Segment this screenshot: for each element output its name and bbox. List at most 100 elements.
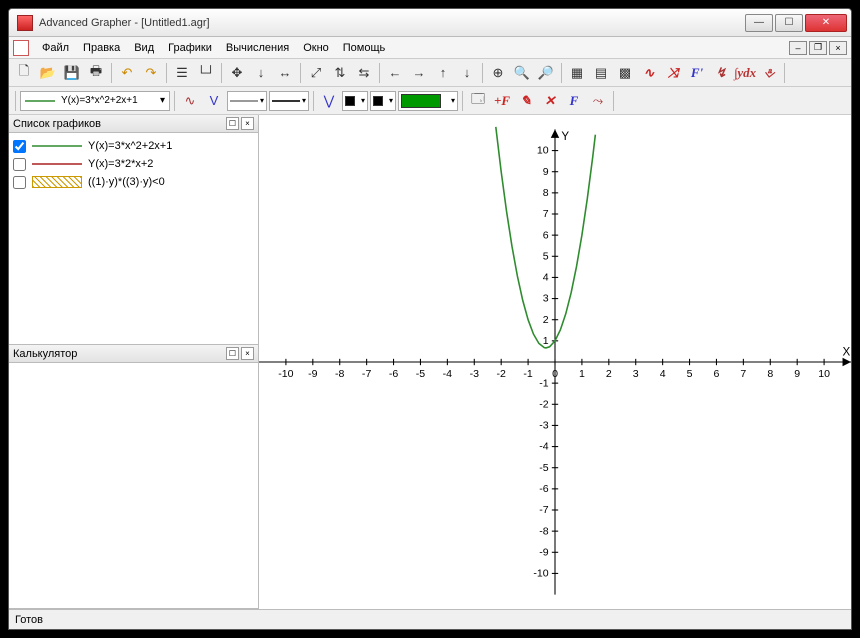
func-F-icon[interactable]: F [563,90,585,112]
point-color2-dropdown[interactable]: ▾ [370,91,396,111]
close-button[interactable]: ✕ [805,14,847,32]
regression-icon[interactable]: ⎀ [758,62,780,84]
current-graph-dropdown[interactable]: Y(x)=3*x^2+2x+1 ▾ [20,91,170,111]
tangent-icon[interactable]: ⤨ [662,62,684,84]
crosshair-icon[interactable]: ⊕ [487,62,509,84]
trace-icon[interactable]: ⤳ [587,90,609,112]
intersect-icon[interactable]: ∿ [638,62,660,84]
line-style-dropdown[interactable]: ▾ [227,91,267,111]
svg-text:-4: -4 [443,368,453,380]
add-func-icon[interactable]: +F [491,90,513,112]
line-preview [32,158,82,170]
titlebar: Advanced Grapher - [Untitled1.agr] — ☐ ✕ [9,9,851,37]
calculator-close-button[interactable]: × [241,347,254,360]
print-icon[interactable]: 🖶 [85,62,107,84]
maximize-button[interactable]: ☐ [775,14,803,32]
graphlist-row[interactable]: Y(x)=3*x^2+2x+1 [13,137,254,155]
v-style-icon[interactable]: V [203,90,225,112]
list-icon[interactable]: ☰ [171,62,193,84]
sine-style-icon[interactable]: ∿ [179,90,201,112]
line-preview [32,176,82,188]
minimize-button[interactable]: — [745,14,773,32]
table-icon[interactable]: ▤ [590,62,612,84]
graphlist-dock-button[interactable]: ☐ [226,117,239,130]
graphlist-row[interactable]: Y(x)=3*2*x+2 [13,155,254,173]
mdi-restore-button[interactable]: ❐ [809,41,827,55]
point-color1-dropdown[interactable]: ▾ [342,91,368,111]
properties-icon[interactable]: 🗔 [467,90,489,112]
calc-icon[interactable]: ▦ [566,62,588,84]
move-down-icon[interactable]: ↓ [250,62,272,84]
menu-edit[interactable]: Правка [76,40,127,56]
axes-props-icon[interactable]: └┘ [195,62,217,84]
plot-svg: XY-10-9-8-7-6-5-4-3-2-1012345678910-10-9… [259,115,851,609]
arrow-down-icon[interactable]: ↓ [456,62,478,84]
line-width-dropdown[interactable]: ▾ [269,91,309,111]
arrow-left-icon[interactable]: ← [384,62,406,84]
calculator-dock-button[interactable]: ☐ [226,347,239,360]
move-right-icon[interactable]: ↔ [274,62,296,84]
zoom-in-icon[interactable]: 🔍 [511,62,533,84]
svg-text:-4: -4 [539,441,549,453]
svg-text:-6: -6 [539,483,549,495]
svg-text:1: 1 [579,368,585,380]
open-icon[interactable]: 📂 [37,62,59,84]
svg-text:-2: -2 [539,398,549,410]
svg-text:Y: Y [561,130,569,143]
zoom-icon[interactable]: ⤢ [305,62,327,84]
zoom-out-icon[interactable]: 🔎 [535,62,557,84]
graphlist-row[interactable]: ((1)·y)*((3)·y)<0 [13,173,254,191]
move-icon[interactable]: ✥ [226,62,248,84]
point-style-icon[interactable]: ⋁ [318,90,340,112]
current-graph-label: Y(x)=3*x^2+2x+1 [61,95,138,106]
redo-icon[interactable]: ↷ [140,62,162,84]
menu-graphs[interactable]: Графики [161,40,219,56]
mdi-minimize-button[interactable]: – [789,41,807,55]
grid-icon[interactable]: ▩ [614,62,636,84]
menu-file[interactable]: Файл [35,40,76,56]
graphlist-checkbox[interactable] [13,140,26,153]
svg-text:-7: -7 [362,368,372,380]
menu-window[interactable]: Окно [296,40,336,56]
save-icon[interactable]: 💾 [61,62,83,84]
menu-view[interactable]: Вид [127,40,161,56]
svg-text:-8: -8 [539,525,549,537]
arrow-right-icon[interactable]: → [408,62,430,84]
integral-icon[interactable]: ∫ydx [734,62,756,84]
menu-help[interactable]: Помощь [336,40,393,56]
svg-text:1: 1 [543,335,549,347]
graphlist-checkbox[interactable] [13,176,26,189]
graphlist-close-button[interactable]: × [241,117,254,130]
plot-area[interactable]: XY-10-9-8-7-6-5-4-3-2-1012345678910-10-9… [259,115,851,609]
svg-text:-7: -7 [539,504,549,516]
svg-text:-9: -9 [308,368,318,380]
arrow-up-icon[interactable]: ↑ [432,62,454,84]
svg-text:4: 4 [543,272,549,284]
graphlist-panel-header: Список графиков ☐ × [9,115,258,133]
mdi-close-button[interactable]: × [829,41,847,55]
menu-calc[interactable]: Вычисления [219,40,296,56]
graphlist-checkbox[interactable] [13,158,26,171]
svg-text:5: 5 [687,368,693,380]
svg-text:5: 5 [543,250,549,262]
svg-text:-1: -1 [523,368,533,380]
statusbar: Готов [9,609,851,629]
fill-color-dropdown[interactable]: ▾ [398,91,458,111]
undo-icon[interactable]: ↶ [116,62,138,84]
svg-text:-5: -5 [539,462,549,474]
status-text: Готов [15,614,43,626]
svg-text:-8: -8 [335,368,345,380]
svg-text:10: 10 [537,145,549,157]
svg-text:9: 9 [794,368,800,380]
calculator-body[interactable] [9,363,258,608]
graphlist-title: Список графиков [13,118,101,130]
zoom-h-icon[interactable]: ⇆ [353,62,375,84]
zero-crossing-icon[interactable]: ↯ [710,62,732,84]
svg-text:X: X [843,346,851,359]
derivative-icon[interactable]: F' [686,62,708,84]
new-icon[interactable]: 🗋 [13,62,35,84]
delete-func-icon[interactable]: ✕ [539,90,561,112]
edit-func-icon[interactable]: ✎ [515,90,537,112]
calculator-panel-header: Калькулятор ☐ × [9,345,258,363]
zoom-v-icon[interactable]: ⇅ [329,62,351,84]
